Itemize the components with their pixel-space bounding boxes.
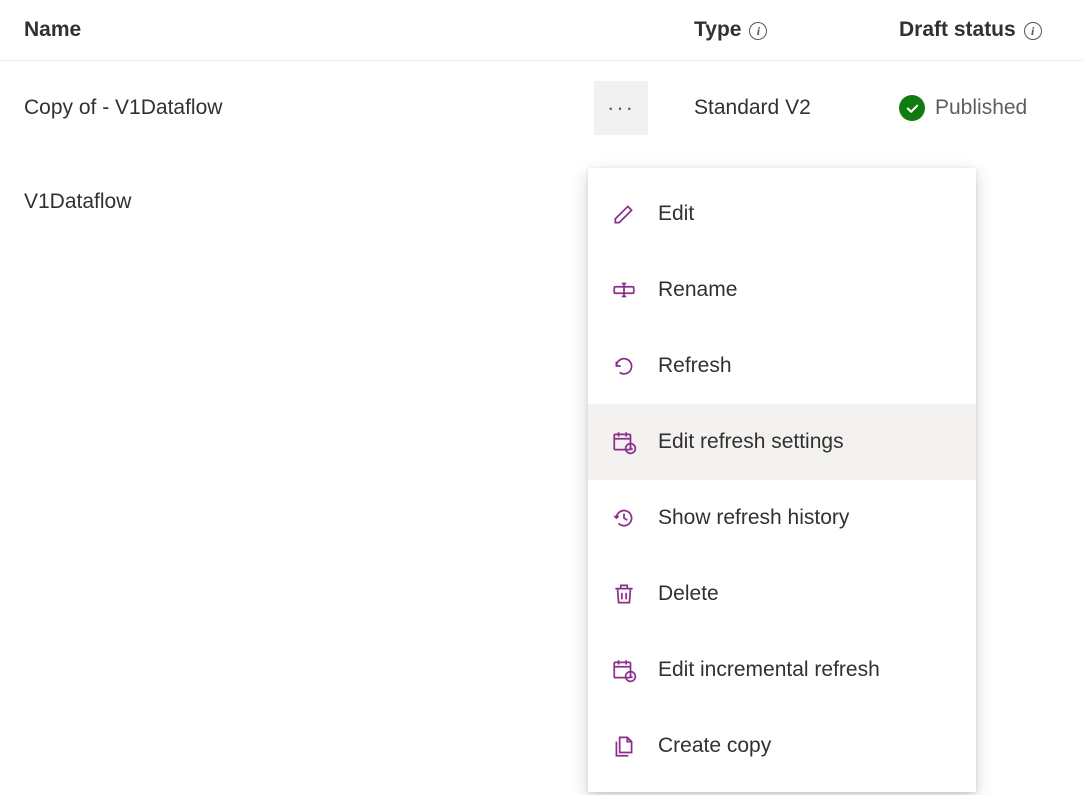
pencil-icon <box>610 200 638 228</box>
column-status-label: Draft status <box>899 18 1016 42</box>
copy-icon <box>610 732 638 760</box>
calendar-clock-icon <box>610 428 638 456</box>
menu-label: Create copy <box>658 734 771 758</box>
menu-label: Refresh <box>658 354 732 378</box>
menu-item-edit-refresh-settings[interactable]: Edit refresh settings <box>588 404 976 480</box>
menu-label: Edit refresh settings <box>658 430 844 454</box>
row-type: Standard V2 <box>694 96 899 120</box>
menu-item-edit[interactable]: Edit <box>588 176 976 252</box>
history-icon <box>610 504 638 532</box>
menu-label: Edit <box>658 202 694 226</box>
menu-item-edit-incremental-refresh[interactable]: Edit incremental refresh <box>588 632 976 708</box>
menu-label: Rename <box>658 278 737 302</box>
row-name: Copy of - V1Dataflow <box>24 96 594 120</box>
checkmark-icon <box>899 95 925 121</box>
status-text: Published <box>935 96 1027 120</box>
rename-icon <box>610 276 638 304</box>
trash-icon <box>610 580 638 608</box>
menu-item-refresh[interactable]: Refresh <box>588 328 976 404</box>
refresh-icon <box>610 352 638 380</box>
column-header-name[interactable]: Name <box>24 18 694 42</box>
table-header-row: Name Type i Draft status i <box>0 0 1083 61</box>
column-name-label: Name <box>24 18 81 41</box>
column-type-label: Type <box>694 18 741 42</box>
info-icon[interactable]: i <box>1024 22 1042 40</box>
more-icon: ··· <box>607 95 635 121</box>
menu-label: Delete <box>658 582 719 606</box>
menu-item-show-refresh-history[interactable]: Show refresh history <box>588 480 976 556</box>
row-status: Published <box>899 95 1083 121</box>
table-row[interactable]: Copy of - V1Dataflow ··· Standard V2 Pub… <box>0 61 1083 155</box>
menu-label: Edit incremental refresh <box>658 658 880 682</box>
menu-label: Show refresh history <box>658 506 849 530</box>
context-menu: Edit Rename Refresh Edit refresh setting… <box>588 168 976 792</box>
more-actions-button[interactable]: ··· <box>594 81 648 135</box>
menu-item-rename[interactable]: Rename <box>588 252 976 328</box>
info-icon[interactable]: i <box>749 22 767 40</box>
menu-item-create-copy[interactable]: Create copy <box>588 708 976 784</box>
column-header-type[interactable]: Type i <box>694 18 899 42</box>
menu-item-delete[interactable]: Delete <box>588 556 976 632</box>
row-name: V1Dataflow <box>24 190 594 214</box>
column-header-status[interactable]: Draft status i <box>899 18 1083 42</box>
calendar-clock-icon <box>610 656 638 684</box>
